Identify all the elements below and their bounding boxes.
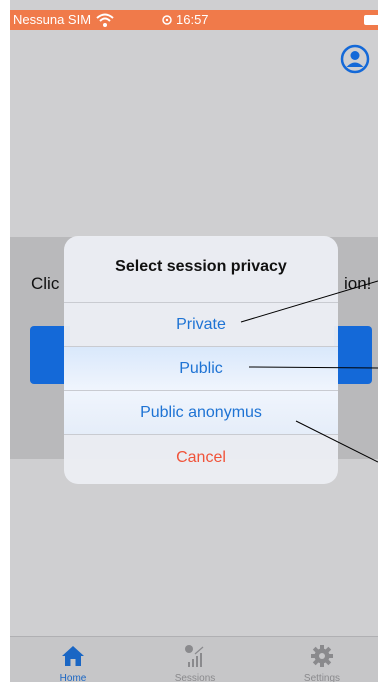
home-icon bbox=[62, 646, 84, 666]
start-session-button-right-edge[interactable] bbox=[334, 326, 372, 384]
tab-settings[interactable]: Settings bbox=[272, 637, 372, 682]
status-bar: Nessuna SIM 16:57 bbox=[10, 10, 378, 30]
tab-settings-label: Settings bbox=[303, 673, 341, 682]
cancel-button[interactable]: Cancel bbox=[64, 434, 338, 484]
instruction-text-end: ion! bbox=[344, 274, 372, 293]
instruction-text-start: Clic bbox=[31, 274, 60, 293]
battery-icon bbox=[364, 15, 378, 25]
tab-sessions[interactable]: Sessions bbox=[145, 637, 245, 682]
gear-icon bbox=[311, 645, 333, 667]
public-anonymous-option-button[interactable]: Public anonymus bbox=[64, 390, 338, 434]
tab-bar: Home Sessions Settings bbox=[10, 636, 378, 682]
private-option-button[interactable]: Private bbox=[64, 302, 338, 346]
carrier-label: Nessuna SIM bbox=[13, 12, 92, 27]
dialog-title: Select session privacy bbox=[115, 258, 287, 275]
public-option-button[interactable]: Public bbox=[64, 346, 338, 390]
tab-home[interactable]: Home bbox=[23, 637, 123, 682]
account-circle-icon[interactable] bbox=[340, 44, 370, 74]
screen-edge bbox=[0, 0, 10, 682]
tab-sessions-label: Sessions bbox=[174, 673, 216, 682]
status-time: 16:57 bbox=[176, 12, 209, 27]
tab-home-label: Home bbox=[59, 673, 87, 682]
clock-icon bbox=[162, 15, 172, 25]
privacy-action-sheet: Select session privacy Private Public Pu… bbox=[64, 236, 338, 484]
chart-icon bbox=[185, 645, 204, 667]
wifi-icon bbox=[96, 13, 114, 27]
app-screen: Nessuna SIM 16:57 Clic ion! Select sessi… bbox=[0, 0, 378, 682]
